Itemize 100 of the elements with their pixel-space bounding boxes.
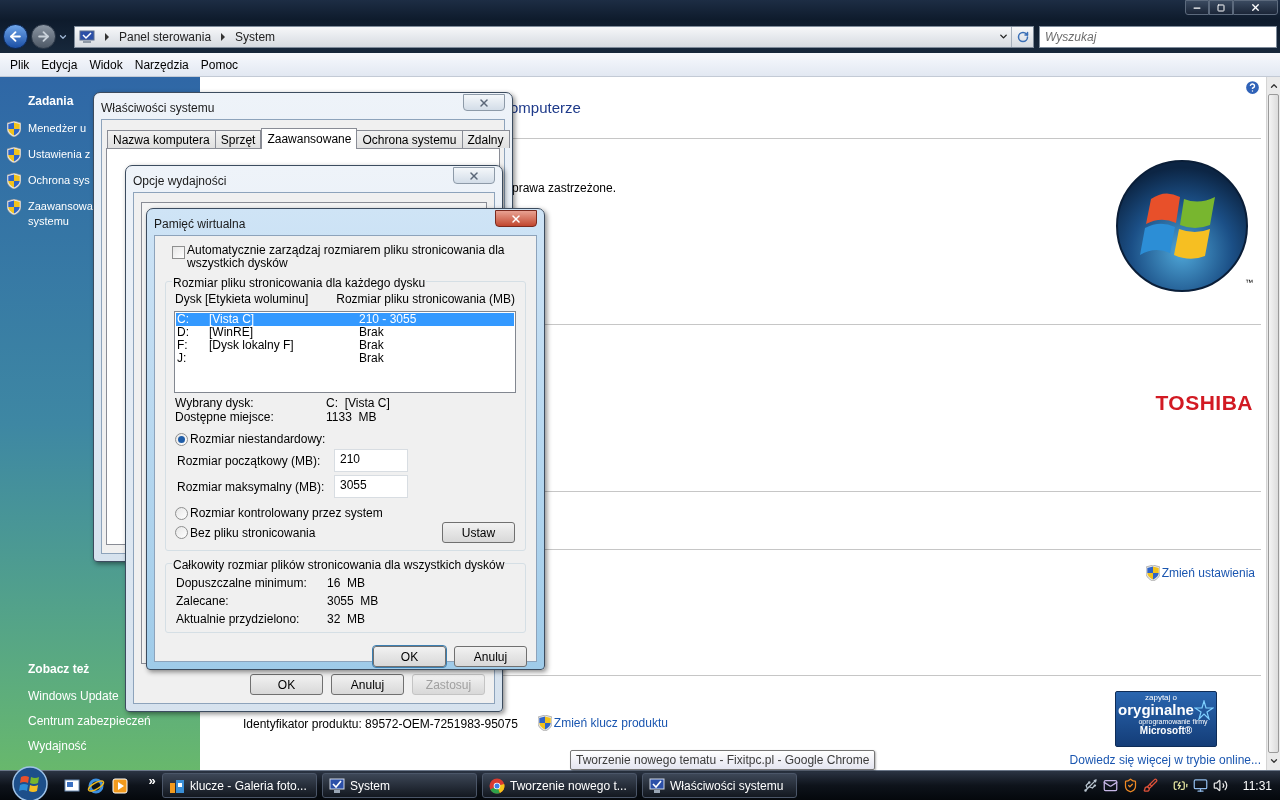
info-value: C: [Vista C] — [326, 396, 390, 410]
globe-icon[interactable] — [87, 777, 105, 794]
taskbar-button[interactable]: System — [322, 773, 477, 798]
show-desktop-icon[interactable] — [64, 777, 80, 794]
shield-icon[interactable] — [1122, 778, 1138, 793]
taskbar-button[interactable]: Tworzenie nowego t... — [482, 773, 637, 798]
copyright-text: prawa zastrzeżone. — [512, 180, 617, 197]
field-label: Rozmiar maksymalny (MB): — [176, 478, 326, 496]
help-icon[interactable] — [1244, 79, 1261, 96]
drive-row[interactable]: F: [Dysk lokalny F] Brak — [176, 339, 514, 352]
shield-icon — [7, 173, 21, 189]
monitor-icon — [649, 777, 665, 794]
menu-item[interactable]: Pomoc — [194, 55, 245, 74]
close-icon — [1250, 2, 1261, 13]
window-title: Właściwości systemu — [101, 100, 215, 117]
refresh-icon — [1016, 30, 1029, 43]
task-link[interactable]: Zaawansowa systemu — [7, 199, 93, 229]
browser-icon — [489, 777, 505, 794]
size-input[interactable]: 210 — [334, 449, 408, 472]
play-icon[interactable] — [112, 777, 128, 794]
close-icon — [478, 96, 490, 109]
chevron-icon — [220, 32, 227, 41]
change-key-link[interactable]: Zmień klucz produktu — [537, 714, 668, 732]
restore-button[interactable] — [1209, 0, 1233, 15]
control-panel-icon — [79, 28, 95, 45]
arrow-right-icon — [36, 29, 51, 44]
radio-button[interactable] — [175, 526, 188, 539]
tab[interactable]: Ochrona systemu — [356, 130, 463, 148]
radio-button[interactable] — [175, 432, 188, 446]
back-button[interactable] — [3, 24, 28, 49]
dialog-button[interactable]: Anuluj — [331, 674, 404, 695]
task-link[interactable]: Ustawienia z — [7, 147, 91, 163]
close-button[interactable] — [495, 210, 537, 227]
scroll-up-icon[interactable] — [1268, 81, 1279, 91]
menu-item[interactable]: Widok — [83, 55, 129, 74]
close-icon — [468, 169, 480, 182]
menu-item[interactable]: Narzędzia — [128, 55, 195, 74]
close-button[interactable] — [1233, 0, 1278, 15]
info-value: 1133 MB — [326, 410, 377, 424]
set-button[interactable]: Ustaw — [442, 522, 515, 543]
menu-item[interactable]: Edycja — [35, 55, 84, 74]
taskbar-button[interactable]: Właściwości systemu — [642, 773, 797, 798]
search-field[interactable]: Wyszukaj — [1039, 25, 1277, 48]
shield-icon — [7, 121, 21, 137]
address-field[interactable]: Panel sterowania System — [74, 25, 1034, 48]
clock[interactable]: 11:31 — [1242, 776, 1272, 795]
menu-item[interactable]: Plik — [4, 55, 36, 74]
product-id-text: Identyfikator produktu: 89572-OEM-7251983-95075 — [243, 716, 518, 733]
window-title: Opcje wydajności — [133, 173, 227, 190]
shield-icon — [7, 147, 21, 163]
dialog-button[interactable]: OK — [250, 674, 323, 695]
dialog-button[interactable]: Anuluj — [454, 646, 527, 667]
taskbar-button[interactable]: klucze - Galeria foto... — [162, 773, 317, 798]
dialog-button[interactable]: OK — [373, 646, 446, 667]
breadcrumb-item[interactable]: System — [235, 27, 276, 46]
drive-list[interactable]: C: [Vista C] 210 - 3055 D: [WinRE] Brak F: [Dysk lokalny F] Brak J: Brak — [174, 311, 516, 393]
drive-row[interactable]: J: Brak — [176, 352, 514, 365]
breadcrumb-item[interactable]: Panel sterowania — [119, 27, 212, 46]
shield-icon — [7, 199, 21, 215]
change-settings-link[interactable]: Zmień ustawienia — [1145, 564, 1255, 582]
badge-text: Microsoft® — [1139, 726, 1193, 736]
usb-icon[interactable] — [1082, 778, 1098, 793]
scroll-down-icon[interactable] — [1268, 756, 1279, 766]
badge-text: zapytaj o — [1145, 694, 1178, 702]
forward-button[interactable] — [31, 24, 56, 49]
page-heading: omputerze — [510, 98, 581, 118]
task-link[interactable]: Ochrona sys — [7, 173, 90, 189]
tab[interactable]: Zdalny — [461, 130, 510, 148]
oem-logo: TOSHIBA — [1155, 390, 1253, 416]
info-value: 16 MB — [327, 576, 365, 590]
battery-icon[interactable] — [1172, 778, 1188, 793]
caret-icon — [997, 31, 1009, 42]
scrollbar[interactable] — [1266, 77, 1280, 770]
tab[interactable]: Zaawansowane — [261, 128, 358, 149]
radio-button[interactable] — [175, 506, 188, 520]
minimize-button[interactable] — [1185, 0, 1209, 15]
info-value: 3055 MB — [327, 594, 379, 608]
radio-option[interactable]: Rozmiar niestandardowy: — [174, 430, 515, 448]
mail-icon[interactable] — [1102, 778, 1118, 793]
overflow-button[interactable]: » — [146, 774, 158, 787]
checkbox[interactable] — [172, 246, 185, 259]
tab[interactable]: Sprzęt — [214, 130, 262, 148]
info-label: Wybrany dysk: — [174, 396, 255, 410]
gallery-icon — [169, 777, 185, 794]
radio-option[interactable]: Rozmiar kontrolowany przez system — [174, 504, 515, 522]
speaker-icon[interactable] — [1212, 778, 1228, 793]
size-input[interactable]: 3055 — [334, 475, 408, 498]
start-button[interactable] — [10, 765, 50, 800]
learn-more-link[interactable]: Dowiedz się więcej w trybie online... — [1069, 751, 1261, 769]
shield-icon — [537, 715, 552, 731]
drive-row[interactable]: D: [WinRE] Brak — [176, 326, 514, 339]
info-label: Zalecane: — [176, 594, 230, 608]
monitor-icon — [329, 777, 345, 794]
close-icon — [510, 212, 522, 225]
info-value: 32 MB — [327, 612, 365, 626]
brush-icon[interactable] — [1142, 778, 1158, 793]
restore-icon — [1217, 3, 1225, 12]
tab[interactable]: Nazwa komputera — [107, 130, 216, 148]
task-link[interactable]: Menedżer u — [7, 121, 87, 137]
radio-option[interactable]: Bez pliku stronicowania — [174, 523, 316, 542]
